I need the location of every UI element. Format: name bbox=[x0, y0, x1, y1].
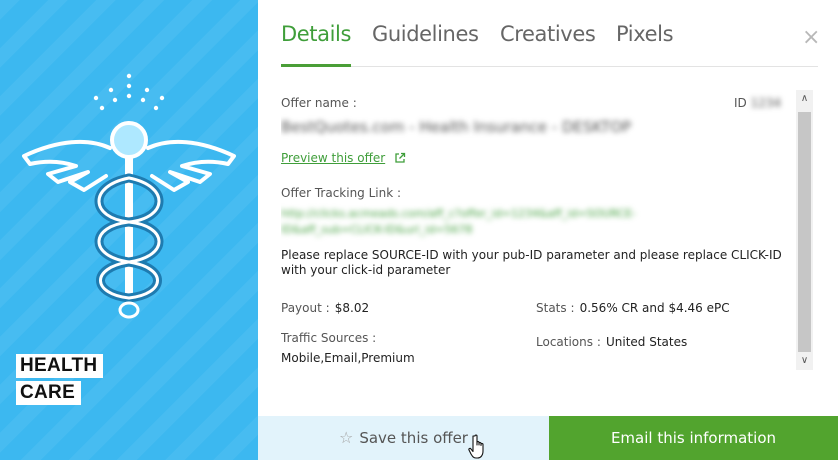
tab-pixels[interactable]: Pixels bbox=[616, 22, 674, 67]
offer-name-value: BestQuotes.com - Health Insurance - DESK… bbox=[281, 118, 632, 136]
payout-value: $8.02 bbox=[334, 301, 370, 315]
category-label-line1: HEALTH bbox=[16, 354, 104, 378]
tracking-link-value: http://clicks.acmeads.com/aff_c?offer_id… bbox=[281, 207, 637, 236]
stats-label: Stats : bbox=[536, 301, 575, 315]
tracking-link-label: Offer Tracking Link : bbox=[281, 186, 402, 200]
offer-id-value: 1234 bbox=[750, 96, 782, 110]
scroll-up-arrow-icon[interactable]: ∧ bbox=[796, 90, 813, 107]
star-outline-icon: ☆ bbox=[339, 428, 354, 447]
category-panel: HEALTH CARE bbox=[0, 0, 258, 460]
email-information-label: Email this information bbox=[610, 429, 777, 447]
category-label: HEALTH CARE bbox=[16, 354, 104, 405]
tab-guidelines[interactable]: Guidelines bbox=[372, 22, 479, 67]
traffic-sources-value: Mobile,Email,Premium bbox=[281, 351, 415, 365]
tab-details[interactable]: Details bbox=[281, 22, 351, 67]
preview-offer-link[interactable]: Preview this offer bbox=[281, 147, 406, 166]
details-scrollbar[interactable]: ∧ ∨ bbox=[796, 90, 813, 370]
external-link-icon bbox=[395, 152, 406, 163]
traffic-sources-label: Traffic Sources : bbox=[281, 331, 377, 345]
offer-id: ID 1234 bbox=[734, 96, 781, 110]
caduceus-icon bbox=[22, 73, 236, 319]
email-information-button[interactable]: Email this information bbox=[549, 416, 838, 460]
scroll-down-arrow-icon[interactable]: ∨ bbox=[796, 352, 813, 369]
save-offer-button[interactable]: ☆ Save this offer bbox=[258, 416, 549, 460]
hand-cursor-icon bbox=[468, 434, 484, 459]
locations-value: United States bbox=[605, 335, 688, 349]
offer-id-label: ID bbox=[734, 96, 747, 110]
scroll-thumb[interactable] bbox=[798, 112, 811, 352]
tab-bar: Details Guidelines Creatives Pixels bbox=[281, 22, 818, 67]
stats-value: 0.56% CR and $4.46 ePC bbox=[579, 301, 730, 315]
preview-offer-link-label[interactable]: Preview this offer bbox=[281, 151, 385, 165]
locations-field: Locations : United States bbox=[536, 331, 687, 350]
payout-field: Payout : $8.02 bbox=[281, 297, 369, 316]
offer-name-label: Offer name : bbox=[281, 96, 357, 110]
stats-field: Stats : 0.56% CR and $4.46 ePC bbox=[536, 297, 730, 316]
close-icon[interactable]: × bbox=[802, 27, 820, 49]
tab-creatives[interactable]: Creatives bbox=[500, 22, 596, 67]
category-label-line2: CARE bbox=[16, 381, 82, 405]
offer-details: Offer name : ID 1234 BestQuotes.com - He… bbox=[281, 90, 789, 370]
locations-label: Locations : bbox=[536, 335, 601, 349]
payout-label: Payout : bbox=[281, 301, 330, 315]
tracking-instructions: Please replace SOURCE-ID with your pub-I… bbox=[281, 248, 782, 277]
save-offer-label: Save this offer bbox=[359, 429, 468, 447]
